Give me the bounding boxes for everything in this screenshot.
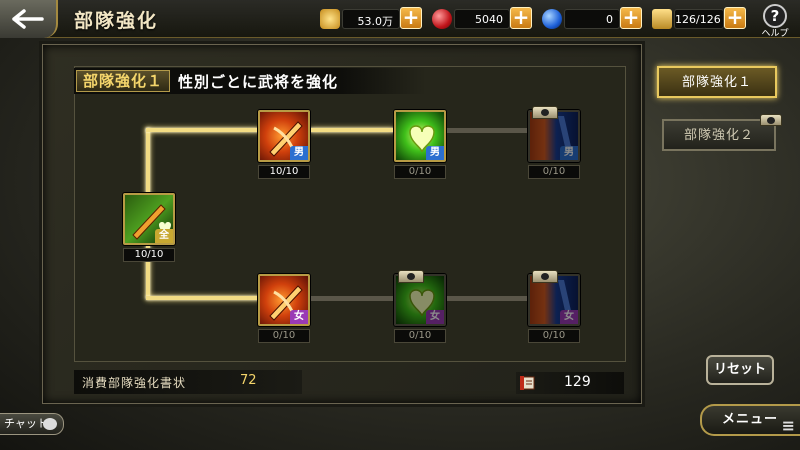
menu-button[interactable]: メニュー ≡ xyxy=(700,404,800,436)
consume-stat: 消費部隊強化書状 72 xyxy=(74,370,302,394)
chat-label: チャット xyxy=(4,417,48,430)
lock-icon xyxy=(760,114,782,126)
gender-tag-female: 女 xyxy=(290,310,308,324)
lock-icon xyxy=(532,270,558,283)
connector-root-male1 xyxy=(146,128,260,132)
skill-count-male-2: 0/10 xyxy=(394,165,446,179)
add-gold-button[interactable]: + xyxy=(400,7,422,29)
top-bar: 部隊強化 53.0万 + 5040 + 0 + 126/126 + ? ヘルプ xyxy=(0,0,800,39)
section-description: 性別ごとに武将を強化 xyxy=(178,72,339,91)
tab-unit-enhance-2[interactable]: 部隊強化２ xyxy=(662,119,776,151)
section-header: 部隊強化１ 性別ごとに武将を強化 xyxy=(74,68,426,94)
help-button[interactable]: ? ヘルプ xyxy=(756,4,794,39)
stamina-value: 126/126 xyxy=(674,9,724,29)
add-blue-orb-button[interactable]: + xyxy=(620,7,642,29)
skill-count-male-1: 10/10 xyxy=(258,165,310,179)
owned-value: 129 xyxy=(564,374,591,390)
gender-tag-female: 女 xyxy=(560,310,578,324)
gender-tag-male: 男 xyxy=(426,146,444,160)
skill-count-female-2: 0/10 xyxy=(394,329,446,343)
chat-button[interactable]: チャット xyxy=(0,413,64,435)
skill-count-male-3: 0/10 xyxy=(528,165,580,179)
skill-count-female-3: 0/10 xyxy=(528,329,580,343)
add-red-orb-button[interactable]: + xyxy=(510,7,532,29)
back-button[interactable] xyxy=(0,0,58,38)
consume-label: 消費部隊強化書状 xyxy=(82,376,187,390)
page-title: 部隊強化 xyxy=(74,10,159,32)
blue-orb-value: 0 xyxy=(564,9,620,29)
red-orb-icon xyxy=(432,9,452,29)
red-orb-value: 5040 xyxy=(454,9,510,29)
gold-value: 53.0万 xyxy=(342,9,400,29)
skill-count-root: 10/10 xyxy=(123,248,175,262)
connector-female2-female3 xyxy=(446,296,528,301)
lock-icon xyxy=(398,270,424,283)
menu-label: メニュー xyxy=(722,412,779,427)
skill-node-male-2[interactable]: 男 xyxy=(394,110,446,162)
skill-node-root[interactable]: 全 xyxy=(123,193,175,245)
consume-value: 72 xyxy=(240,373,257,388)
skill-node-female-1[interactable]: 女 xyxy=(258,274,310,326)
back-arrow-icon xyxy=(12,9,44,29)
add-stamina-button[interactable]: + xyxy=(724,7,746,29)
gender-tag-female: 女 xyxy=(426,310,444,324)
reset-button[interactable]: リセット xyxy=(706,355,774,385)
lock-icon xyxy=(532,106,558,119)
owned-stat: 129 xyxy=(516,372,624,394)
connector-root-female1 xyxy=(146,296,260,300)
gold-coin-icon xyxy=(320,9,340,29)
tab-unit-enhance-1[interactable]: 部隊強化１ xyxy=(657,66,777,98)
red-orb-resource: 5040 + xyxy=(432,7,534,31)
chat-bubble-icon xyxy=(43,418,57,430)
skill-node-male-1[interactable]: 男 xyxy=(258,110,310,162)
connector-root-up xyxy=(146,128,150,196)
gold-bars-icon xyxy=(652,9,672,29)
gender-tag-male: 男 xyxy=(290,146,308,160)
gold-resource: 53.0万 + xyxy=(320,7,424,31)
gender-tag-all: 全 xyxy=(155,229,173,243)
scroll-icon xyxy=(520,376,535,390)
hamburger-icon: ≡ xyxy=(781,416,796,435)
connector-male2-male3 xyxy=(446,128,528,133)
connector-female1-female2 xyxy=(310,296,394,301)
help-label: ヘルプ xyxy=(761,29,789,39)
connector-male1-male2 xyxy=(310,128,394,132)
skill-count-female-1: 0/10 xyxy=(258,329,310,343)
question-icon: ? xyxy=(763,4,787,28)
gender-tag-male: 男 xyxy=(560,146,578,160)
section-badge: 部隊強化１ xyxy=(76,70,171,92)
stamina-resource: 126/126 + xyxy=(652,7,748,31)
blue-orb-icon xyxy=(542,9,562,29)
blue-orb-resource: 0 + xyxy=(542,7,644,31)
